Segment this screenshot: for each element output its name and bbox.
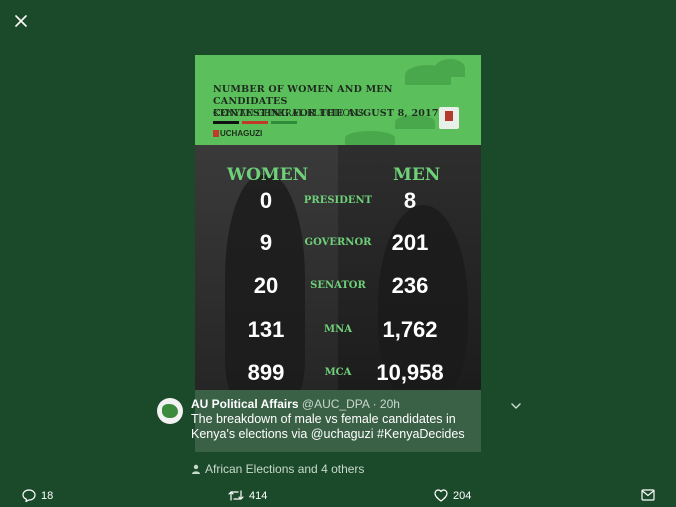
infographic-subtitle: KENYAN GENERAL ELECTIONS (213, 109, 364, 119)
envelope-icon (641, 489, 655, 501)
flag-stripes (213, 121, 297, 124)
reply-button[interactable]: 18 (22, 489, 53, 502)
men-value-mca: 10,958 (376, 360, 444, 385)
author-handle-time[interactable]: @AUC_DPA · 20h (302, 397, 400, 411)
like-button[interactable]: 204 (434, 489, 471, 502)
retweet-button[interactable]: 414 (228, 489, 267, 502)
iebc-logo (439, 107, 459, 129)
author-name[interactable]: AU Political Affairs (191, 397, 299, 411)
chevron-down-icon (511, 403, 521, 409)
tweet-author-line: AU Political Affairs @AUC_DPA · 20h (191, 397, 400, 411)
direct-message-button[interactable] (641, 489, 655, 501)
men-value-governor: 201 (391, 230, 429, 255)
men-header: MEN (393, 165, 441, 185)
heart-icon (434, 489, 448, 502)
tweet-context[interactable]: African Elections and 4 others (191, 462, 364, 476)
tweet-options-button[interactable] (510, 399, 522, 411)
brand-logo: UCHAGUZI (213, 129, 262, 138)
retweet-icon (228, 490, 244, 501)
reply-count: 18 (41, 489, 54, 502)
men-value-mna: 1,762 (382, 317, 438, 342)
infographic-header: NUMBER OF WOMEN AND MEN CANDIDATES CONTE… (195, 55, 481, 145)
avatar[interactable] (157, 398, 183, 424)
retweet-count: 414 (249, 489, 268, 502)
person-icon (192, 464, 200, 474)
men-value-president: 8 (403, 188, 417, 213)
women-header: WOMEN (227, 165, 309, 185)
tweet-text: The breakdown of male vs female candidat… (191, 412, 465, 441)
context-label: African Elections and 4 others (205, 462, 365, 476)
tweet-media-image[interactable]: NUMBER OF WOMEN AND MEN CANDIDATES CONTE… (195, 55, 481, 390)
men-value-senator: 236 (391, 273, 429, 298)
close-icon (15, 15, 27, 27)
close-button[interactable] (10, 10, 32, 32)
reply-icon (22, 489, 36, 502)
like-count: 204 (453, 489, 472, 502)
